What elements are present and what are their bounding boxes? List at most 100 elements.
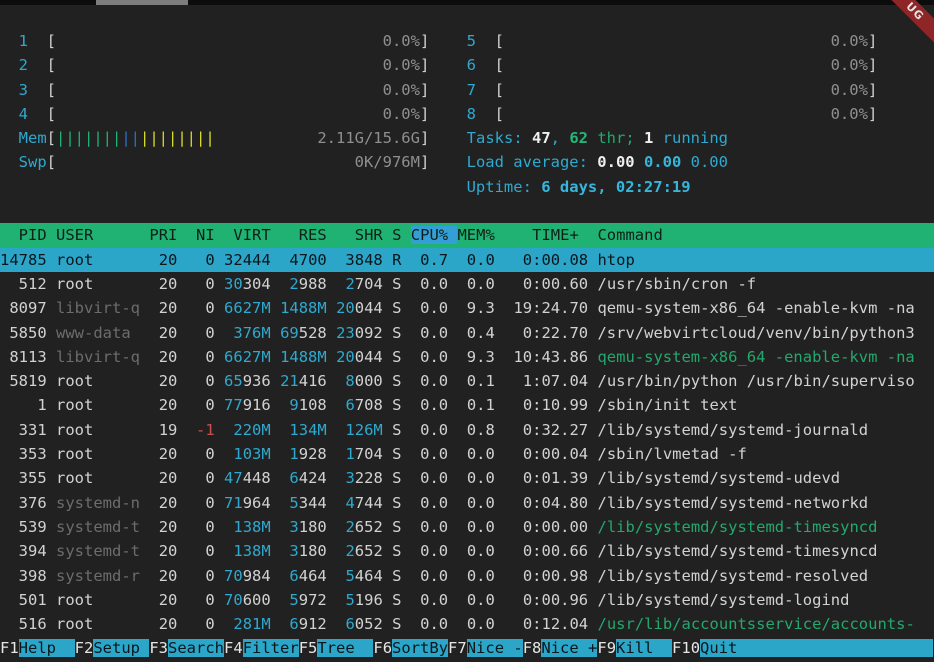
cell-pid: 331 (0, 421, 47, 439)
cell-virt: 376M (233, 324, 270, 342)
column-header-ni[interactable]: NI (187, 226, 215, 244)
fkey-label-nice-+[interactable]: Nice + (541, 639, 597, 657)
cell-time: 0:12.04 (504, 615, 588, 633)
fkey-f4[interactable]: F4 (224, 639, 243, 657)
column-header-time[interactable]: TIME+ (504, 226, 588, 244)
cell-res: 21 (280, 372, 299, 390)
cell-pid: 501 (0, 591, 47, 609)
column-header-pid[interactable]: PID (0, 226, 47, 244)
cell-mem: 9.3 (457, 299, 494, 317)
process-row-355[interactable]: 355 root 20 0 47448 6424 3228 S 0.0 0.0 … (0, 466, 934, 490)
fkey-label-search[interactable]: Search (168, 639, 224, 657)
cell-virt: 220M (233, 421, 270, 439)
process-row-516[interactable]: 516 root 20 0 281M 6912 6052 S 0.0 0.0 0… (0, 612, 934, 636)
column-header-cpu-sort-active[interactable]: CPU% (411, 226, 458, 244)
cell-user: libvirt-q (56, 348, 140, 366)
fkey-f10[interactable]: F10 (672, 639, 700, 657)
cell-time: 0:00.66 (504, 542, 588, 560)
column-header-virt[interactable]: VIRT (224, 226, 271, 244)
cell-command: /usr/sbin/cron -f (598, 275, 757, 293)
top-scrollbar-thumb[interactable] (96, 0, 188, 5)
cpu-meter-close-bracket-2: ] (420, 56, 429, 74)
cell-time: 0:00.98 (504, 567, 588, 585)
cell-ni: 0 (187, 445, 215, 463)
column-header-pri[interactable]: PRI (149, 226, 177, 244)
cell-user: root (56, 445, 140, 463)
uptime-row: Uptime: 6 days, 02:27:19 (0, 175, 934, 199)
cell-user: root (56, 396, 140, 414)
cell-virt: 47 (224, 469, 243, 487)
process-row-5819[interactable]: 5819 root 20 0 65936 21416 8000 S 0.0 0.… (0, 369, 934, 393)
cpu-meter-open-bracket-8: [ (495, 105, 504, 123)
fkey-f8[interactable]: F8 (523, 639, 542, 657)
cell-time: 1:07.04 (504, 372, 588, 390)
process-row-376[interactable]: 376 systemd-n 20 0 71964 5344 4744 S 0.0… (0, 491, 934, 515)
fkey-f5[interactable]: F5 (299, 639, 318, 657)
cpu-meter-value-3: 0.0% (56, 81, 420, 99)
cell-user: systemd-t (56, 542, 140, 560)
cell-user: root (56, 275, 140, 293)
process-row-8113[interactable]: 8113 libvirt-q 20 0 6627M 1488M 20044 S … (0, 345, 934, 369)
fkey-f9[interactable]: F9 (597, 639, 616, 657)
process-row-1[interactable]: 1 root 20 0 77916 9108 6708 S 0.0 0.1 0:… (0, 393, 934, 417)
cell-pid: 1 (0, 396, 47, 414)
cell-user: root (56, 615, 140, 633)
swap-value: 0K/976M (56, 153, 420, 171)
swap-label: Swp (19, 153, 47, 171)
cell-cpu: 0.0 (411, 275, 448, 293)
fkey-f3[interactable]: F3 (149, 639, 168, 657)
process-row-8097[interactable]: 8097 libvirt-q 20 0 6627M 1488M 20044 S … (0, 296, 934, 320)
fkey-f1[interactable]: F1 (0, 639, 19, 657)
fkey-f2[interactable]: F2 (75, 639, 94, 657)
fkey-label-setup[interactable]: Setup (93, 639, 149, 657)
fkey-f6[interactable]: F6 (373, 639, 392, 657)
cell-cpu: 0.0 (411, 567, 448, 585)
column-header-command[interactable]: Command (597, 226, 662, 244)
cell-cpu: 0.0 (411, 421, 448, 439)
fkey-label-kill[interactable]: Kill (616, 639, 672, 657)
cell-virt: 71 (224, 494, 243, 512)
cell-ni: 0 (187, 251, 215, 269)
htop-terminal-screen: 1 [ 0.0%] 5 [ 0.0%] 2 [ 0.0%] 6 [ 0.0%] … (0, 0, 934, 662)
load-average-segment: 0.00 (691, 153, 728, 171)
cell-virt: 6627M (224, 299, 271, 317)
column-header-mem[interactable]: MEM% (457, 226, 494, 244)
process-row-539[interactable]: 539 systemd-t 20 0 138M 3180 2652 S 0.0 … (0, 515, 934, 539)
column-header-res[interactable]: RES (280, 226, 327, 244)
fkey-label-help[interactable]: Help (19, 639, 75, 657)
cell-ni: 0 (187, 591, 215, 609)
process-row-353[interactable]: 353 root 20 0 103M 1928 1704 S 0.0 0.0 0… (0, 442, 934, 466)
cell-virt: 281M (233, 615, 270, 633)
process-row-331[interactable]: 331 root 19 -1 220M 134M 126M S 0.0 0.8 … (0, 418, 934, 442)
fkey-f7[interactable]: F7 (448, 639, 467, 657)
cell-command: htop (597, 251, 634, 269)
cell-virt: 138M (233, 518, 270, 536)
cell-user: root (56, 421, 140, 439)
cell-cpu: 0.0 (411, 445, 448, 463)
cell-time: 0:00.00 (504, 518, 588, 536)
cell-res: 1 (289, 445, 298, 463)
column-header-user[interactable]: USER (56, 226, 140, 244)
load-average-segment: Load average: (467, 153, 598, 171)
fkey-label-nice--[interactable]: Nice - (467, 639, 523, 657)
process-row-398[interactable]: 398 systemd-r 20 0 70984 6464 5464 S 0.0… (0, 564, 934, 588)
fkey-label-tree[interactable]: Tree (317, 639, 373, 657)
cell-shr: 8 (345, 372, 354, 390)
process-row-14785[interactable]: 14785 root 20 0 32444 4700 3848 R 0.7 0.… (0, 248, 934, 272)
cpu-meter-open-bracket-6: [ (495, 56, 504, 74)
cell-virt: 65 (224, 372, 243, 390)
process-row-394[interactable]: 394 systemd-t 20 0 138M 3180 2652 S 0.0 … (0, 539, 934, 563)
process-row-5850[interactable]: 5850 www-data 20 0 376M 69528 23092 S 0.… (0, 321, 934, 345)
cell-command: /lib/systemd/systemd-networkd (598, 494, 869, 512)
process-row-512[interactable]: 512 root 20 0 30304 2988 2704 S 0.0 0.0 … (0, 272, 934, 296)
column-header-shr[interactable]: SHR (336, 226, 383, 244)
cell-cpu: 0.0 (411, 615, 448, 633)
cell-virt: 138M (233, 542, 270, 560)
fkey-label-filter[interactable]: Filter (243, 639, 299, 657)
tasks-summary-segment: , (551, 129, 570, 147)
cell-shr: 2 (345, 518, 354, 536)
uptime-segment: 6 days, 02:27:19 (541, 178, 690, 196)
process-row-501[interactable]: 501 root 20 0 70600 5972 5196 S 0.0 0.0 … (0, 588, 934, 612)
fkey-label-quit[interactable]: Quit (700, 639, 933, 657)
fkey-label-sortby[interactable]: SortBy (392, 639, 448, 657)
